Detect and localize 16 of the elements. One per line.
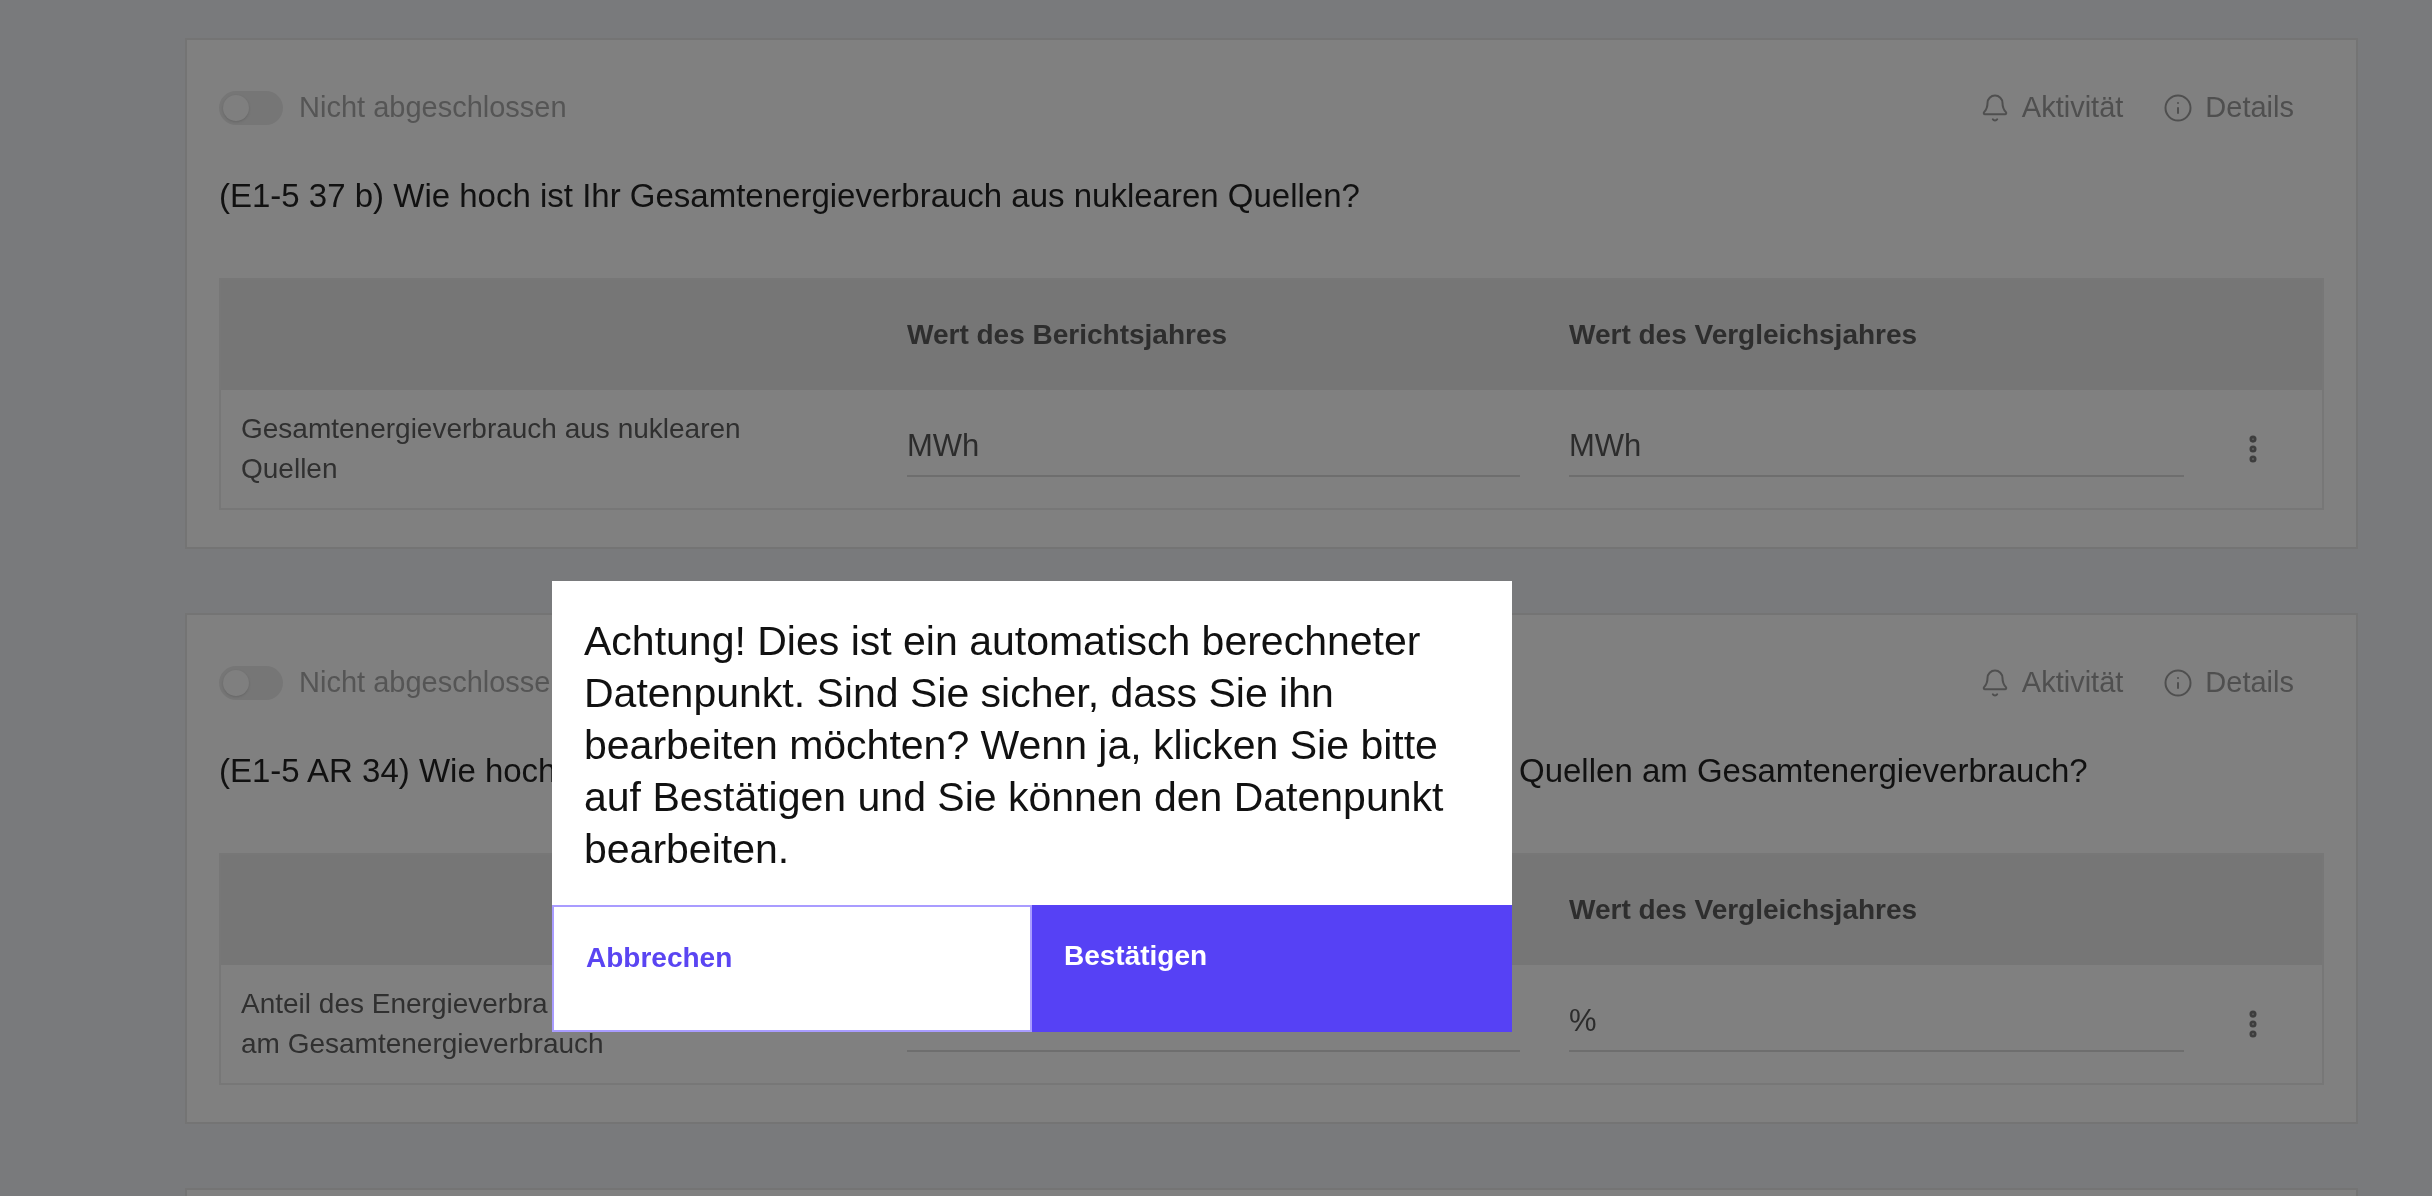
question-text: Quellen am Gesamtenergieverbrauch? <box>1519 751 2088 792</box>
confirm-button[interactable]: Bestätigen <box>1032 905 1512 1032</box>
dialog-message: Achtung! Dies ist ein automatisch berechneter Datenpunkt. Sind Sie sicher, dass Sie ihn bearbeiten möchten? Wenn ja, klicken Sie bitte auf Bestätigen und Sie können den Datenpunkt bearbeiten. <box>583 617 1445 874</box>
row-label: Anteil des Energieverbra <box>241 987 549 1021</box>
column-header: Wert des Vergleichsjahres <box>1569 893 1919 927</box>
input-field[interactable]: MWh <box>907 421 1520 477</box>
row-label: Gesamtenergieverbrauch aus nuklearen <box>241 412 742 446</box>
input-field[interactable]: % <box>1569 996 2184 1052</box>
question-text: (E1-5 37 b) Wie hoch ist Ihr Gesamtenergieverbrauch aus nuklearen Quellen? <box>219 176 1360 217</box>
column-header: Wert des Vergleichsjahres <box>1569 318 1919 352</box>
column-header: Wert des Berichtsjahres <box>907 318 1229 352</box>
input-field[interactable]: MWh <box>1569 421 2184 477</box>
row-label: Quellen <box>241 452 339 486</box>
info-icon <box>2163 93 2194 123</box>
cancel-button[interactable]: Abbrechen <box>552 905 1032 1032</box>
info-icon <box>2163 668 2194 698</box>
